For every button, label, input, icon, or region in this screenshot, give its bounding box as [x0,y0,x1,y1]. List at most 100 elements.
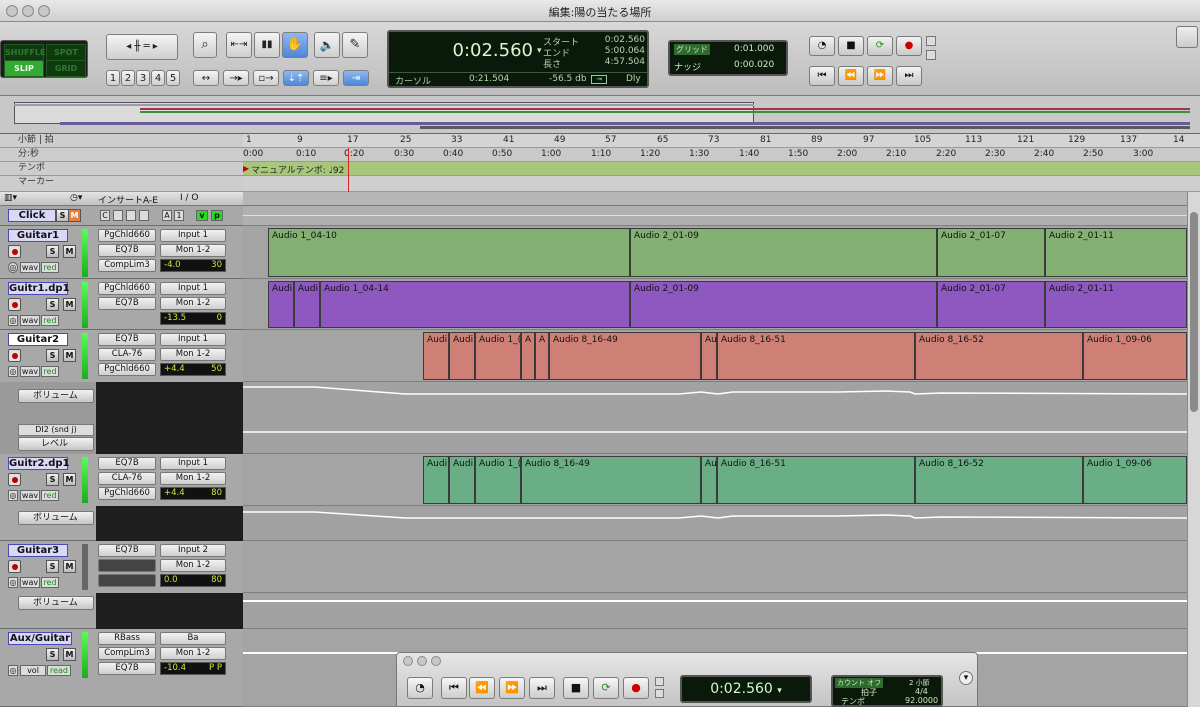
volume-pan-readout[interactable]: 0.0 80 [160,574,226,587]
vertical-scrollbar[interactable] [1187,192,1200,707]
input-monitor-icon[interactable]: ◎ [8,577,18,588]
view-selector[interactable]: wav [20,315,40,326]
output-selector[interactable]: Mon 1-2 [160,348,226,361]
zoom-preset-4[interactable]: 4 [151,70,165,86]
solo-button[interactable]: S [46,473,59,486]
insert-slot[interactable] [126,210,136,221]
audio-clip[interactable]: Audio 8_16-49 [521,456,701,504]
volume-pan-readout[interactable]: +4.4 80 [160,487,226,500]
insert-plugin[interactable]: RBass [98,632,156,645]
selector-tool-icon[interactable]: ▮▮ [254,32,280,58]
volume-pan-readout[interactable]: +4.4 50 [160,363,226,376]
pan-toggle[interactable]: p [211,210,223,221]
mirror-midi-icon[interactable]: ▫→ [253,70,279,86]
volume-automation-line[interactable] [243,382,1187,454]
length-value[interactable]: 4:57.504 [599,57,645,67]
transport-option-a[interactable] [655,677,664,686]
volume-pan-readout[interactable]: -10.4 P P [160,662,226,675]
track-name[interactable]: Guitr1.dp1 [8,282,70,295]
volume-automation-line[interactable] [243,506,1187,541]
tempo-marker-icon[interactable]: ▶ [243,164,249,173]
insert-plugin[interactable]: EQ7B [98,662,156,675]
input-selector[interactable]: Input 1 [160,282,226,295]
input-monitor-icon[interactable]: ◎ [8,262,18,273]
track-guitr2-dp1[interactable]: Guitr2.dp1 S M ◎ wav red EQ7B CLA-76 PgC… [0,454,243,541]
start-value[interactable]: 0:02.560 [599,35,645,45]
insert-slot-empty[interactable] [98,559,156,572]
automation-lane-selector[interactable]: ボリューム [18,596,94,610]
return-to-zero-button[interactable]: ⏮ [809,66,835,86]
track-name[interactable]: Click [8,209,56,222]
input-monitor-icon[interactable]: ◎ [8,315,18,326]
audio-clip[interactable]: Audio 2_01-09 [630,228,937,277]
transport-record-button[interactable]: ● [623,677,649,699]
header-options-icon[interactable]: ◷▾ [70,193,82,203]
marker-ruler-label[interactable]: マーカー [0,176,243,192]
view-selector[interactable]: wav [20,262,40,273]
audio-clip[interactable]: Audio 1_09-06 [1083,456,1187,504]
solo-button[interactable]: S [46,648,59,661]
insert-plugin[interactable]: EQ7B [98,244,156,257]
insert-plugin[interactable]: PgChld660 [98,282,156,295]
insert-plugin[interactable]: PgChld660 [98,487,156,500]
link-track-edit-icon[interactable]: ⇣⇡ [283,70,309,86]
io-1[interactable]: 1 [174,210,184,221]
io-a[interactable]: A [162,210,172,221]
insert-slot-empty[interactable] [98,574,156,587]
transport-counter-dropdown-icon[interactable]: ▾ [777,686,782,696]
input-selector[interactable]: Input 1 [160,333,226,346]
audio-clip[interactable]: Audio 2_01-07 [937,228,1045,277]
solo-button[interactable]: S [46,245,59,258]
audio-clip[interactable]: Audi [268,281,294,328]
audio-clip[interactable]: Au [701,332,717,380]
audio-clip[interactable]: Audio 1_04-10 [268,228,630,277]
audio-clip[interactable]: A [535,332,549,380]
record-button[interactable]: ● [896,36,922,56]
transport-end-button[interactable]: ⏭ [529,677,555,699]
audio-clip[interactable]: Audio 2_01-11 [1045,281,1187,328]
trim-tool-icon[interactable]: ⇤⇥ [226,32,252,58]
insert-plugin[interactable]: PgChld660 [98,363,156,376]
track-guitar2[interactable]: Guitar2 S M ◎ wav red EQ7B CLA-76 PgChld… [0,330,243,454]
track-click[interactable]: Click S M C A 1 v p [0,206,243,226]
audio-clip[interactable]: Audio 8_16-51 [717,456,915,504]
grid-mode-button[interactable]: GRID [46,60,86,77]
automation-lane-selector[interactable]: ボリューム [18,511,94,525]
input-selector[interactable]: Input 1 [160,229,226,242]
audio-clip[interactable]: Audio 1_( [475,456,521,504]
track-name[interactable]: Guitr2.dp1 [8,457,70,470]
automation-mode[interactable]: red [41,262,59,273]
record-enable-button[interactable] [8,473,21,486]
record-enable-button[interactable] [8,298,21,311]
automation-mode[interactable]: red [41,366,59,377]
insert-plugin[interactable]: CLA-76 [98,472,156,485]
audio-clip[interactable]: Audi [449,456,475,504]
track-list-menu-icon[interactable]: ▥▾ [4,193,17,203]
record-enable-button[interactable] [8,245,21,258]
insert-slot[interactable] [139,210,149,221]
input-selector[interactable]: Input 1 [160,457,226,470]
tempo-ruler[interactable]: ▶ マニュアルテンポ: ♩92 [243,162,1200,176]
zoom-controls[interactable]: ◂ ╫ ═ ▸ [106,34,178,60]
transport-rewind-button[interactable]: ⏪ [469,677,495,699]
zoomer-tool-icon[interactable]: ⌕ [193,32,217,58]
go-to-end-button[interactable]: ⏭ [896,66,922,86]
audio-clip[interactable]: Audi [423,332,449,380]
audio-clip[interactable]: Audio 2_01-07 [937,281,1045,328]
tempo-value[interactable]: 92.0000 [905,696,938,705]
audio-clip[interactable]: Au [701,456,717,504]
automation-mode[interactable]: red [41,577,59,588]
input-monitor-icon[interactable]: ◎ [8,366,18,377]
audio-clip[interactable]: Audio 8_16-51 [717,332,915,380]
volume-pan-readout[interactable]: -13.5 0 [160,312,226,325]
mute-button[interactable]: M [63,473,76,486]
transport-expand-icon[interactable]: ▾ [959,671,973,685]
zoom-preset-2[interactable]: 2 [121,70,135,86]
output-selector[interactable]: Mon 1-2 [160,647,226,660]
lane-guitar3-automation[interactable] [243,593,1187,629]
track-aux-guitar[interactable]: Aux/Guitar S M ◎ vol read RBass CompLim3… [0,629,243,707]
stop-button[interactable]: ■ [838,36,864,56]
mute-button[interactable]: M [63,349,76,362]
transport-zoom-button[interactable] [431,656,441,666]
transport-option-b[interactable] [655,689,664,698]
